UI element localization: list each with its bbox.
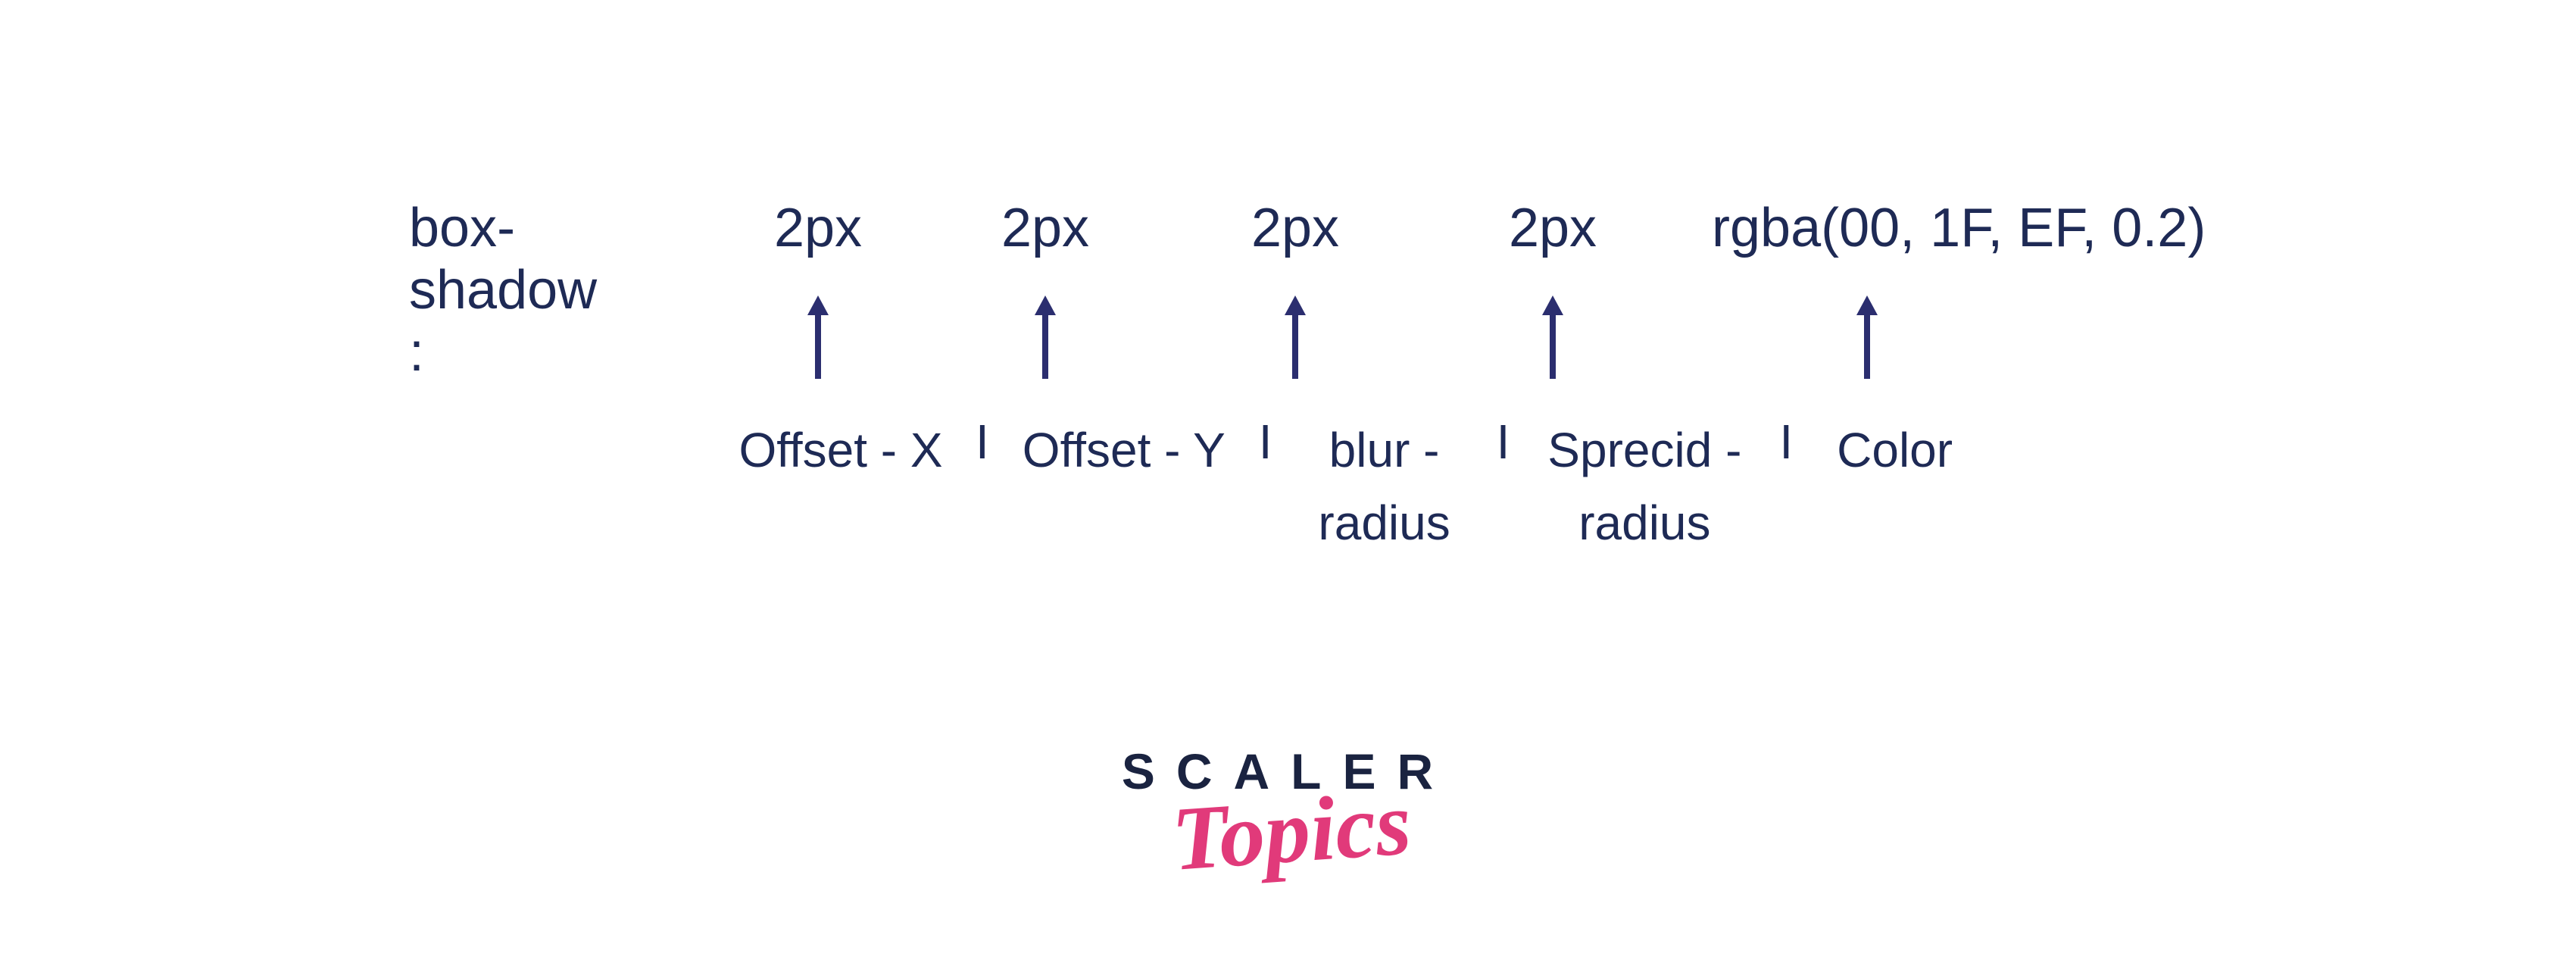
diagram-container: box-shadow : 2px 2px 2px [409,197,2227,559]
value-spread-radius: 2px [1424,197,1681,379]
arrow-up-icon [1030,295,1060,379]
value-group: 2px 2px 2px [712,197,2227,379]
label-row: Offset - X I Offset - Y I blur -radius I… [409,414,2227,559]
logo-topics-text: Topics [1169,771,1414,892]
label-spread-radius: Sprecid -radius [1538,414,1750,559]
label-offset-y: Offset - Y [1018,414,1230,486]
value-offset-y: 2px [924,197,1166,379]
syntax-row: box-shadow : 2px 2px 2px [409,197,2227,383]
brand-logo: SCALER Topics [1122,743,1454,883]
value-text: rgba(00, 1F, EF, 0.2) [1712,197,2206,259]
label-offset-x: Offset - X [735,414,947,486]
arrow-up-icon [1852,295,1882,379]
separator: I [1779,414,1793,470]
arrow-up-icon [1538,295,1568,379]
property-label: box-shadow : [409,197,606,383]
label-blur-radius: blur -radius [1301,414,1468,559]
value-text: 2px [1001,197,1089,259]
value-text: 2px [774,197,862,259]
separator: I [1259,414,1272,470]
separator: I [1497,414,1510,470]
value-color: rgba(00, 1F, EF, 0.2) [1681,197,2227,379]
value-offset-x: 2px [712,197,924,379]
value-blur-radius: 2px [1166,197,1424,379]
label-color: Color [1822,414,1958,486]
value-text: 2px [1509,197,1597,259]
separator: I [976,414,989,470]
value-text: 2px [1251,197,1339,259]
arrow-up-icon [803,295,833,379]
arrow-up-icon [1280,295,1310,379]
